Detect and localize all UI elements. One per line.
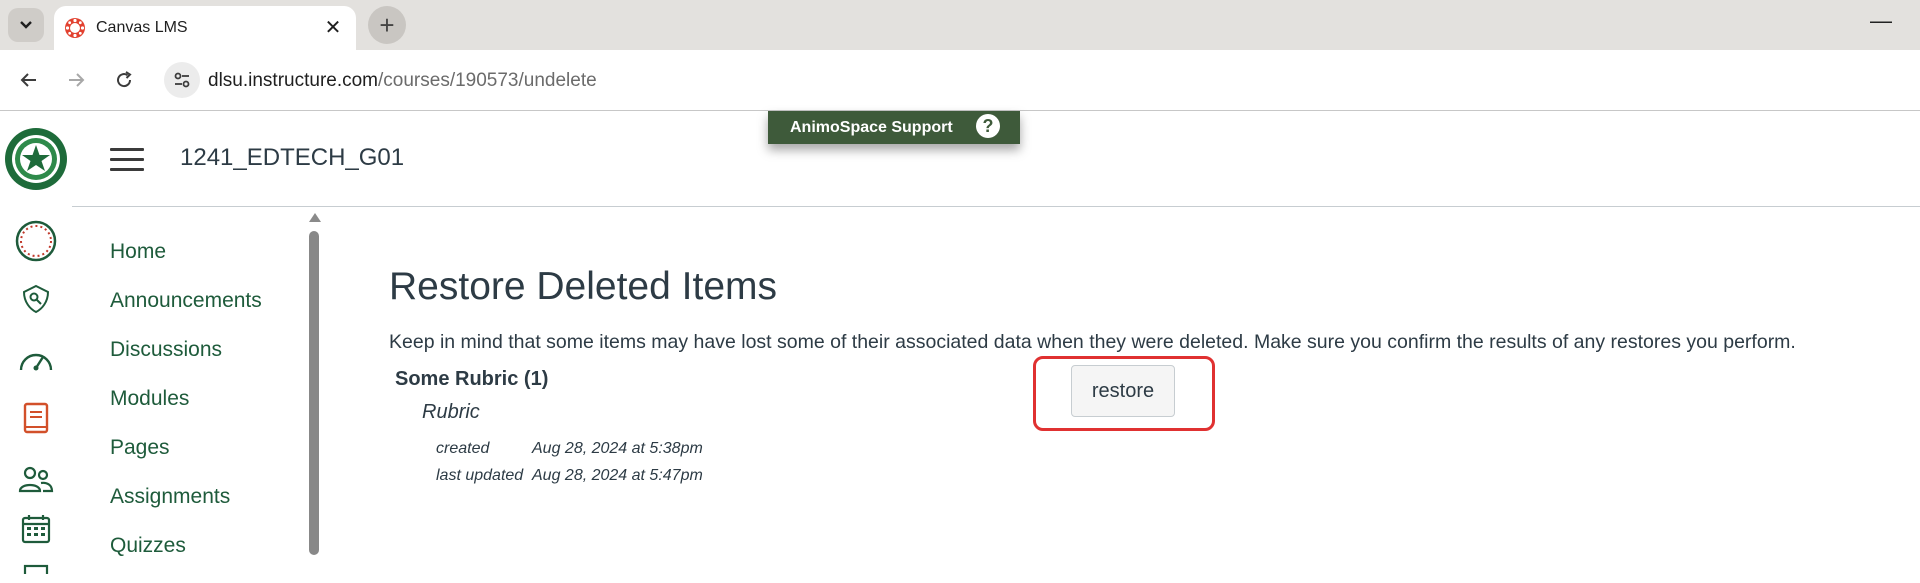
help-question-icon: ? [976,114,1000,138]
course-title[interactable]: 1241_EDTECH_G01 [180,144,404,172]
site-info-button[interactable] [164,62,200,98]
nav-dashboard[interactable] [14,337,58,381]
reload-button[interactable] [108,64,140,96]
close-tab-icon[interactable]: ✕ [320,14,346,40]
deleted-item-name: Some Rubric (1) [395,368,549,390]
nav-account[interactable] [14,219,58,263]
deleted-item-type: Rubric [422,401,480,423]
restore-button[interactable]: restore [1071,365,1175,417]
global-navigation [0,111,72,574]
browser-tab-strip: Canvas LMS ✕ + — [0,0,1920,50]
course-nav-pages[interactable]: Pages [110,436,262,485]
created-label: created [436,440,490,457]
tab-title: Canvas LMS [96,19,188,36]
site-info-icon [174,72,190,88]
course-nav-assignments[interactable]: Assignments [110,485,262,534]
forward-arrow-icon [69,73,85,87]
support-banner-label: AnimoSpace Support [790,119,953,136]
tab-list-button[interactable] [8,8,44,42]
nav-groups[interactable] [14,457,58,501]
course-navigation: Home Announcements Discussions Modules P… [110,240,262,583]
course-nav-discussions[interactable]: Discussions [110,338,262,387]
header-divider [72,206,1920,207]
support-banner[interactable]: AnimoSpace Support ? [768,111,1020,144]
new-tab-button[interactable]: + [368,6,406,44]
back-arrow-icon [20,73,36,87]
dashboard-icon [19,353,53,371]
back-button[interactable] [13,64,45,96]
dlsu-logo[interactable] [4,127,68,191]
address-bar[interactable]: dlsu.instructure.com/courses/190573/unde… [208,70,597,92]
url-domain: dlsu.instructure.com [208,70,379,91]
groups-icon [18,466,54,493]
page-title: Restore Deleted Items [389,265,778,308]
browser-toolbar: dlsu.instructure.com/courses/190573/unde… [0,50,1920,111]
nav-courses[interactable] [14,397,58,441]
browser-tab[interactable]: Canvas LMS ✕ [54,6,356,50]
forward-button[interactable] [60,64,92,96]
scrollbar-thumb[interactable] [309,231,319,555]
canvas-logo-icon [65,18,85,38]
admin-shield-icon [22,284,50,314]
url-path: /courses/190573/undelete [378,70,597,91]
scroll-up-arrow-icon[interactable] [309,213,321,222]
minimize-window-button[interactable]: — [1870,8,1892,34]
courses-book-icon [23,402,49,434]
nav-inbox[interactable] [14,537,58,581]
course-nav-quizzes[interactable]: Quizzes [110,534,262,583]
reload-icon [117,71,132,88]
dlsu-logo-icon [5,128,67,190]
course-nav-scrollbar[interactable] [306,213,322,555]
restore-warning-text: Keep in mind that some items may have lo… [389,331,1796,353]
course-nav-home[interactable]: Home [110,240,262,289]
course-nav-announcements[interactable]: Announcements [110,289,262,338]
last-updated-label: last updated [436,467,524,484]
nav-admin[interactable] [14,277,58,321]
last-updated-date: Aug 28, 2024 at 5:47pm [532,467,703,484]
created-date: Aug 28, 2024 at 5:38pm [532,440,703,457]
course-nav-modules[interactable]: Modules [110,387,262,436]
account-icon [15,220,57,262]
chevron-down-icon [20,21,32,29]
course-menu-toggle[interactable] [110,148,144,172]
inbox-icon [23,564,49,574]
